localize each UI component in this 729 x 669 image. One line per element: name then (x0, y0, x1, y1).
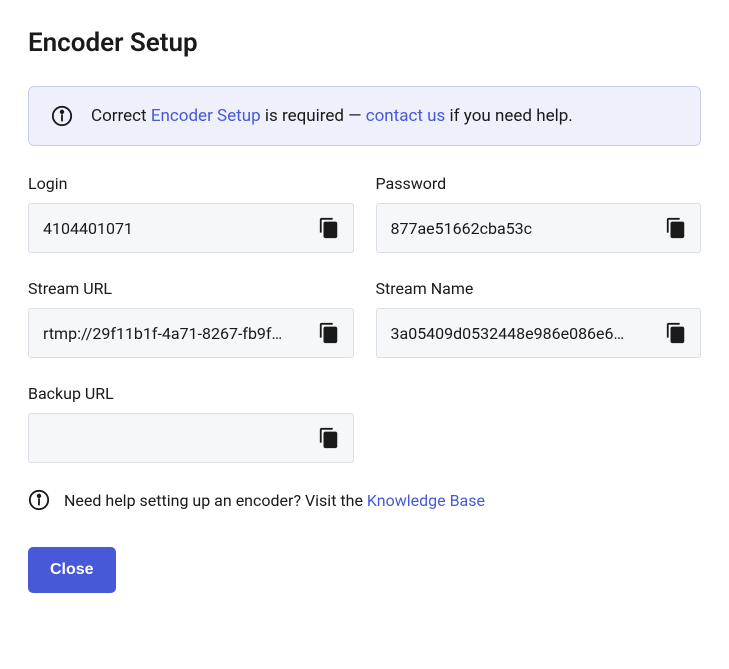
login-field: Login 4104401071 (28, 174, 354, 253)
contact-us-link[interactable]: contact us (366, 106, 446, 126)
setup-alert: Correct Encoder Setup is required — cont… (28, 86, 701, 146)
page-title: Encoder Setup (28, 28, 701, 58)
login-label: Login (28, 174, 354, 193)
password-field: Password 877ae51662cba53c (376, 174, 702, 253)
info-icon (28, 489, 50, 511)
knowledge-base-link[interactable]: Knowledge Base (367, 491, 485, 510)
stream-name-input[interactable]: 3a05409d0532448e986e086e6… (376, 308, 702, 358)
alert-text: Correct Encoder Setup is required — cont… (91, 106, 573, 126)
copy-stream-name-button[interactable] (660, 317, 692, 349)
login-value: 4104401071 (43, 219, 305, 238)
stream-url-field: Stream URL rtmp://29f11b1f-4a71-8267-fb9… (28, 279, 354, 358)
stream-url-value: rtmp://29f11b1f-4a71-8267-fb9f… (43, 324, 305, 343)
login-input[interactable]: 4104401071 (28, 203, 354, 253)
copy-icon (318, 322, 340, 344)
password-input[interactable]: 877ae51662cba53c (376, 203, 702, 253)
copy-icon (318, 427, 340, 449)
help-row: Need help setting up an encoder? Visit t… (28, 489, 701, 511)
copy-login-button[interactable] (313, 212, 345, 244)
password-label: Password (376, 174, 702, 193)
help-text: Need help setting up an encoder? Visit t… (64, 491, 485, 510)
copy-backup-url-button[interactable] (313, 422, 345, 454)
help-prefix: Need help setting up an encoder? Visit t… (64, 491, 367, 510)
copy-stream-url-button[interactable] (313, 317, 345, 349)
alert-prefix: Correct (91, 106, 151, 126)
stream-url-label: Stream URL (28, 279, 354, 298)
backup-url-label: Backup URL (28, 384, 354, 403)
alert-mid: is required — (261, 106, 366, 126)
backup-url-field: Backup URL (28, 384, 354, 463)
backup-url-input[interactable] (28, 413, 354, 463)
copy-icon (665, 322, 687, 344)
password-value: 877ae51662cba53c (391, 219, 653, 238)
stream-name-value: 3a05409d0532448e986e086e6… (391, 324, 653, 343)
fields-grid: Login 4104401071 Password 877ae51662cba5… (28, 174, 701, 463)
encoder-setup-link[interactable]: Encoder Setup (151, 106, 261, 126)
copy-icon (665, 217, 687, 239)
stream-name-label: Stream Name (376, 279, 702, 298)
info-icon (51, 105, 73, 127)
stream-name-field: Stream Name 3a05409d0532448e986e086e6… (376, 279, 702, 358)
close-button[interactable]: Close (28, 547, 116, 593)
copy-icon (318, 217, 340, 239)
alert-suffix: if you need help. (445, 106, 572, 126)
copy-password-button[interactable] (660, 212, 692, 244)
stream-url-input[interactable]: rtmp://29f11b1f-4a71-8267-fb9f… (28, 308, 354, 358)
